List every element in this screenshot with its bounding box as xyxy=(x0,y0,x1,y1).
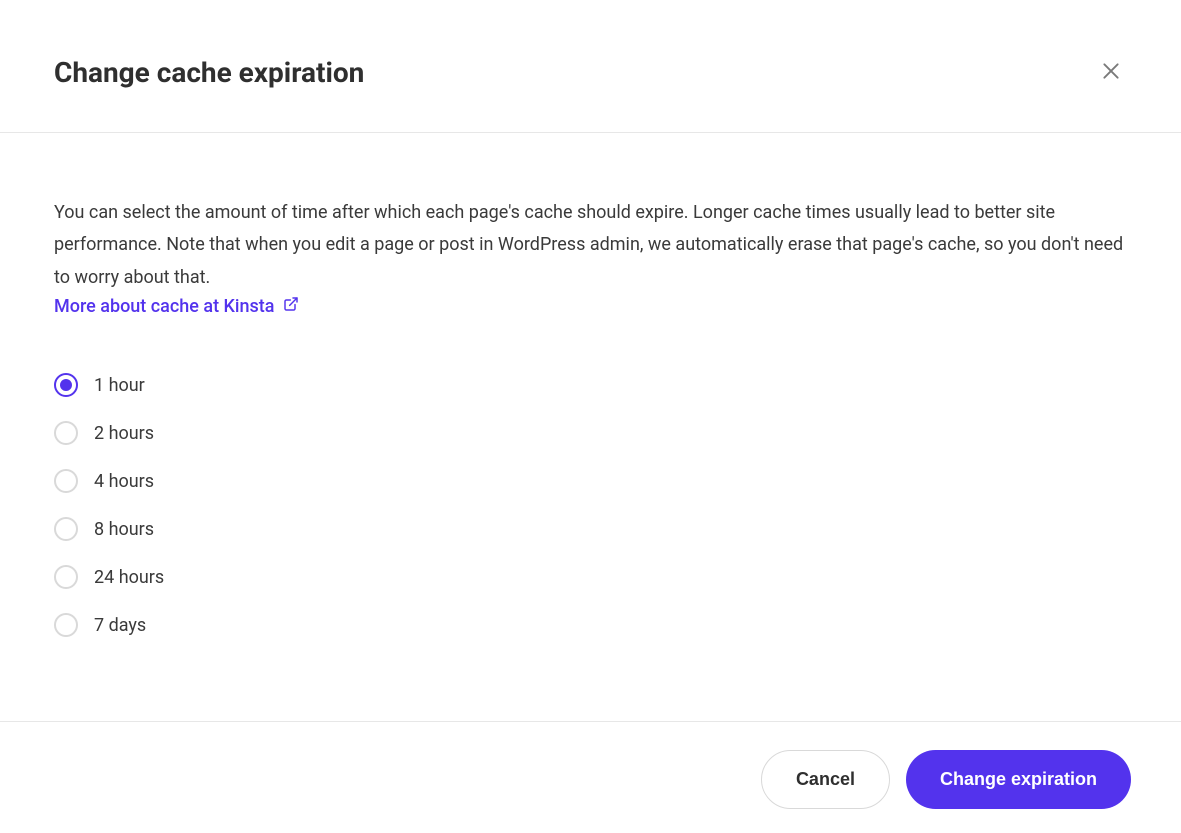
close-button[interactable] xyxy=(1095,55,1127,90)
radio-option-4hours[interactable]: 4 hours xyxy=(54,469,1127,493)
more-about-cache-link[interactable]: More about cache at Kinsta xyxy=(54,296,299,317)
radio-icon xyxy=(54,469,78,493)
change-expiration-button[interactable]: Change expiration xyxy=(906,750,1131,809)
external-link-icon xyxy=(283,296,299,317)
radio-label: 7 days xyxy=(94,615,146,636)
dialog-header: Change cache expiration xyxy=(0,0,1181,133)
cache-expiration-dialog: Change cache expiration You can select t… xyxy=(0,0,1181,833)
radio-option-2hours[interactable]: 2 hours xyxy=(54,421,1127,445)
radio-label: 8 hours xyxy=(94,519,154,540)
radio-icon xyxy=(54,421,78,445)
radio-label: 4 hours xyxy=(94,471,154,492)
radio-label: 1 hour xyxy=(94,375,145,396)
dialog-description: You can select the amount of time after … xyxy=(54,197,1127,294)
radio-option-7days[interactable]: 7 days xyxy=(54,613,1127,637)
dialog-footer: Cancel Change expiration xyxy=(0,721,1181,833)
cache-expiration-radio-group: 1 hour 2 hours 4 hours 8 hours 24 hours … xyxy=(54,373,1127,637)
radio-label: 2 hours xyxy=(94,423,154,444)
radio-option-8hours[interactable]: 8 hours xyxy=(54,517,1127,541)
cancel-button[interactable]: Cancel xyxy=(761,750,890,809)
radio-label: 24 hours xyxy=(94,567,164,588)
link-label: More about cache at Kinsta xyxy=(54,296,275,317)
radio-option-1hour[interactable]: 1 hour xyxy=(54,373,1127,397)
radio-option-24hours[interactable]: 24 hours xyxy=(54,565,1127,589)
radio-icon xyxy=(54,517,78,541)
radio-icon xyxy=(54,565,78,589)
dialog-body: You can select the amount of time after … xyxy=(0,133,1181,721)
close-icon xyxy=(1101,61,1121,84)
dialog-title: Change cache expiration xyxy=(54,56,364,89)
radio-icon xyxy=(54,613,78,637)
radio-icon xyxy=(54,373,78,397)
link-line: More about cache at Kinsta xyxy=(54,296,1127,317)
